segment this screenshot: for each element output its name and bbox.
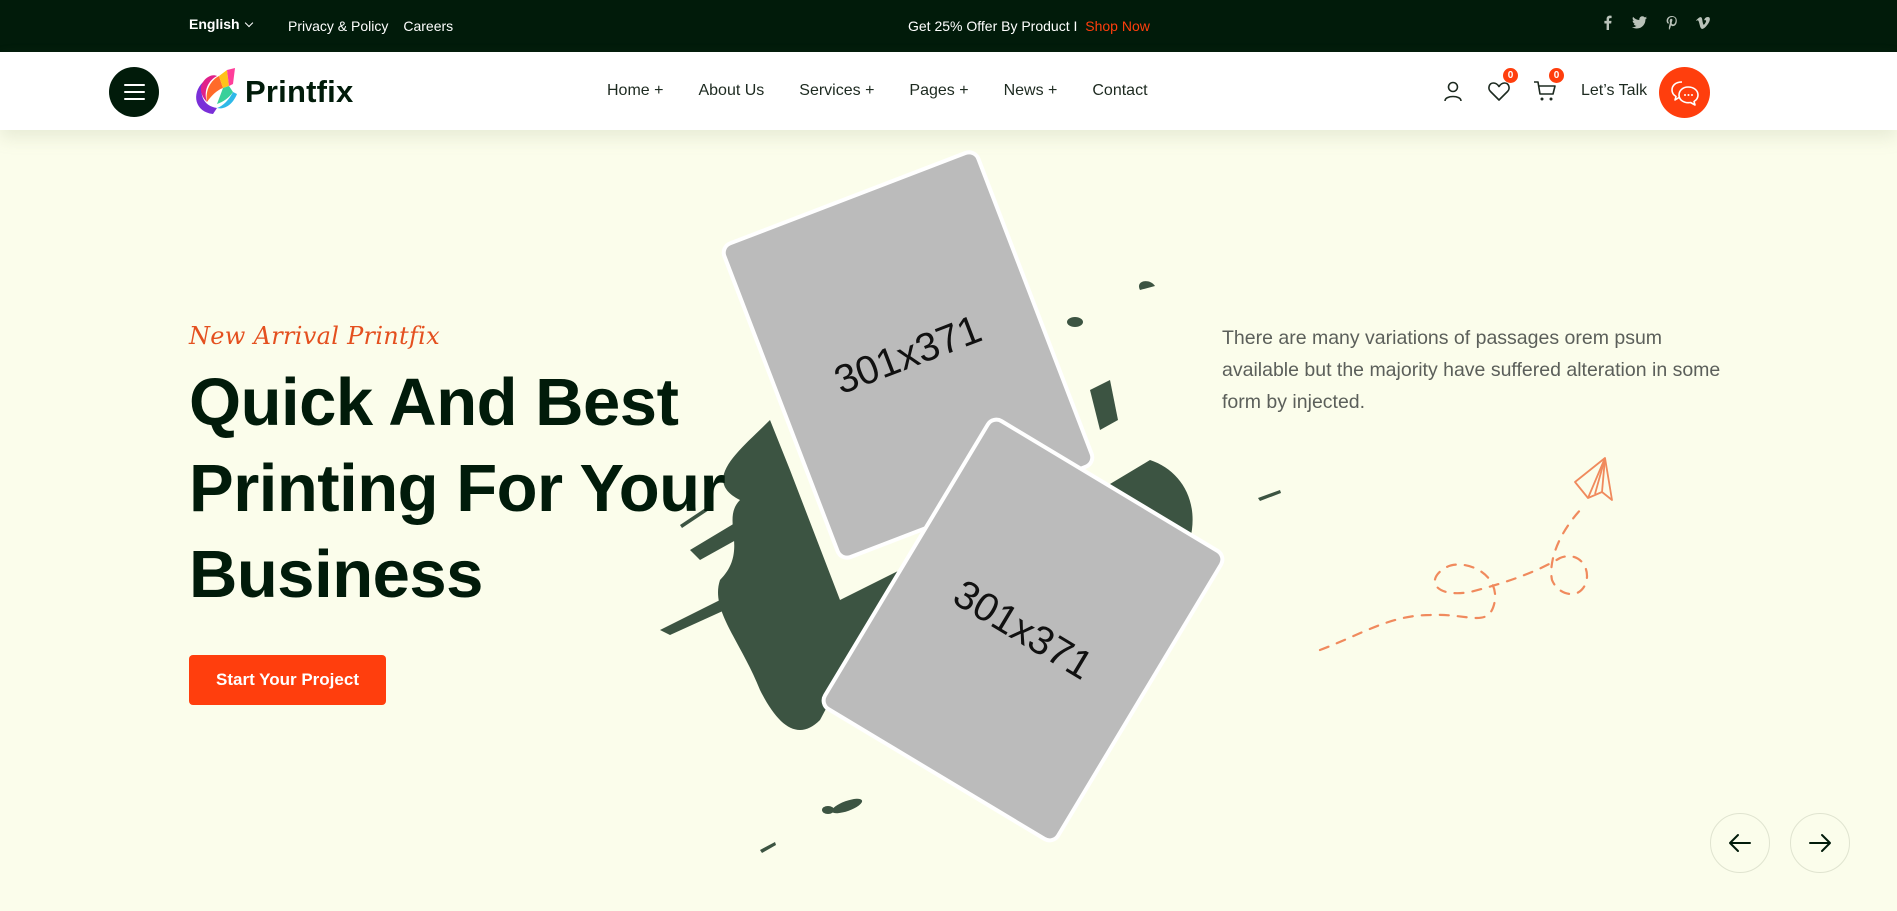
vimeo-icon[interactable] [1696,16,1710,33]
social-links [1600,15,1710,34]
hero-headline: Quick And Best Printing For Your Busines… [189,360,749,618]
account-button[interactable] [1438,76,1468,106]
language-selector[interactable]: English [189,16,253,32]
menu-toggle-button[interactable] [109,67,159,117]
twitter-icon[interactable] [1632,16,1647,33]
hero-description: There are many variations of passages or… [1222,327,1721,413]
slider-prev-button[interactable] [1710,813,1770,873]
user-icon [1444,81,1462,102]
privacy-policy-link[interactable]: Privacy & Policy [288,18,388,34]
lets-talk-label[interactable]: Let’s Talk [1581,82,1647,100]
offer-banner: Get 25% Offer By Product I Shop Now [908,18,1150,34]
hero-section: 301x371 301x371 New Arrival Printfix Qui… [0,130,1897,911]
top-bar: English Privacy & Policy Careers Get 25%… [0,0,1897,52]
nav-item-pages[interactable]: Pages + [909,82,968,100]
careers-link[interactable]: Careers [403,18,453,34]
cart-button[interactable]: 0 [1530,68,1564,106]
logo[interactable]: Printfix [189,66,353,118]
brand-name: Printfix [245,74,354,109]
cart-icon [1534,81,1556,101]
language-label: English [189,16,240,32]
nav-item-services[interactable]: Services + [799,82,874,100]
placeholder-image-label: 301x371 [946,571,1101,688]
slider-next-button[interactable] [1790,813,1850,873]
arrow-right-icon [1809,834,1831,852]
nav-item-news[interactable]: News + [1004,82,1058,100]
chat-bubbles-icon [1670,80,1699,106]
cart-count-badge: 0 [1549,68,1564,83]
chat-button[interactable] [1659,67,1710,118]
hero-subtitle: New Arrival Printfix [189,322,440,350]
main-header: Printfix Home + About Us Services + Page… [0,52,1897,130]
pinterest-icon[interactable] [1664,15,1678,34]
nav-item-home[interactable]: Home + [607,82,663,100]
logo-icon [196,68,237,114]
wishlist-button[interactable]: 0 [1484,68,1518,106]
top-links: Privacy & Policy Careers [288,18,453,34]
hamburger-line [124,91,145,93]
main-nav: Home + About Us Services + Pages + News … [607,82,1183,100]
nav-item-about-us[interactable]: About Us [698,82,764,100]
hamburger-line [124,98,145,100]
facebook-icon[interactable] [1600,15,1614,34]
headline-line: Quick And Best [189,365,679,440]
arrow-left-icon [1729,834,1751,852]
nav-item-contact[interactable]: Contact [1092,82,1147,100]
headline-line: Printing For Your [189,451,726,526]
start-project-button[interactable]: Start Your Project [189,655,386,705]
shop-now-link[interactable]: Shop Now [1085,18,1150,34]
wishlist-count-badge: 0 [1503,68,1518,83]
heart-icon [1488,82,1510,101]
chevron-down-icon [244,18,253,27]
placeholder-image-label: 301x371 [828,306,988,403]
headline-line: Business [189,537,483,612]
hamburger-line [124,84,145,86]
header-icons: 0 0 [1438,68,1576,106]
offer-text: Get 25% Offer By Product I [908,18,1078,34]
paper-plane-icon [1318,457,1613,652]
